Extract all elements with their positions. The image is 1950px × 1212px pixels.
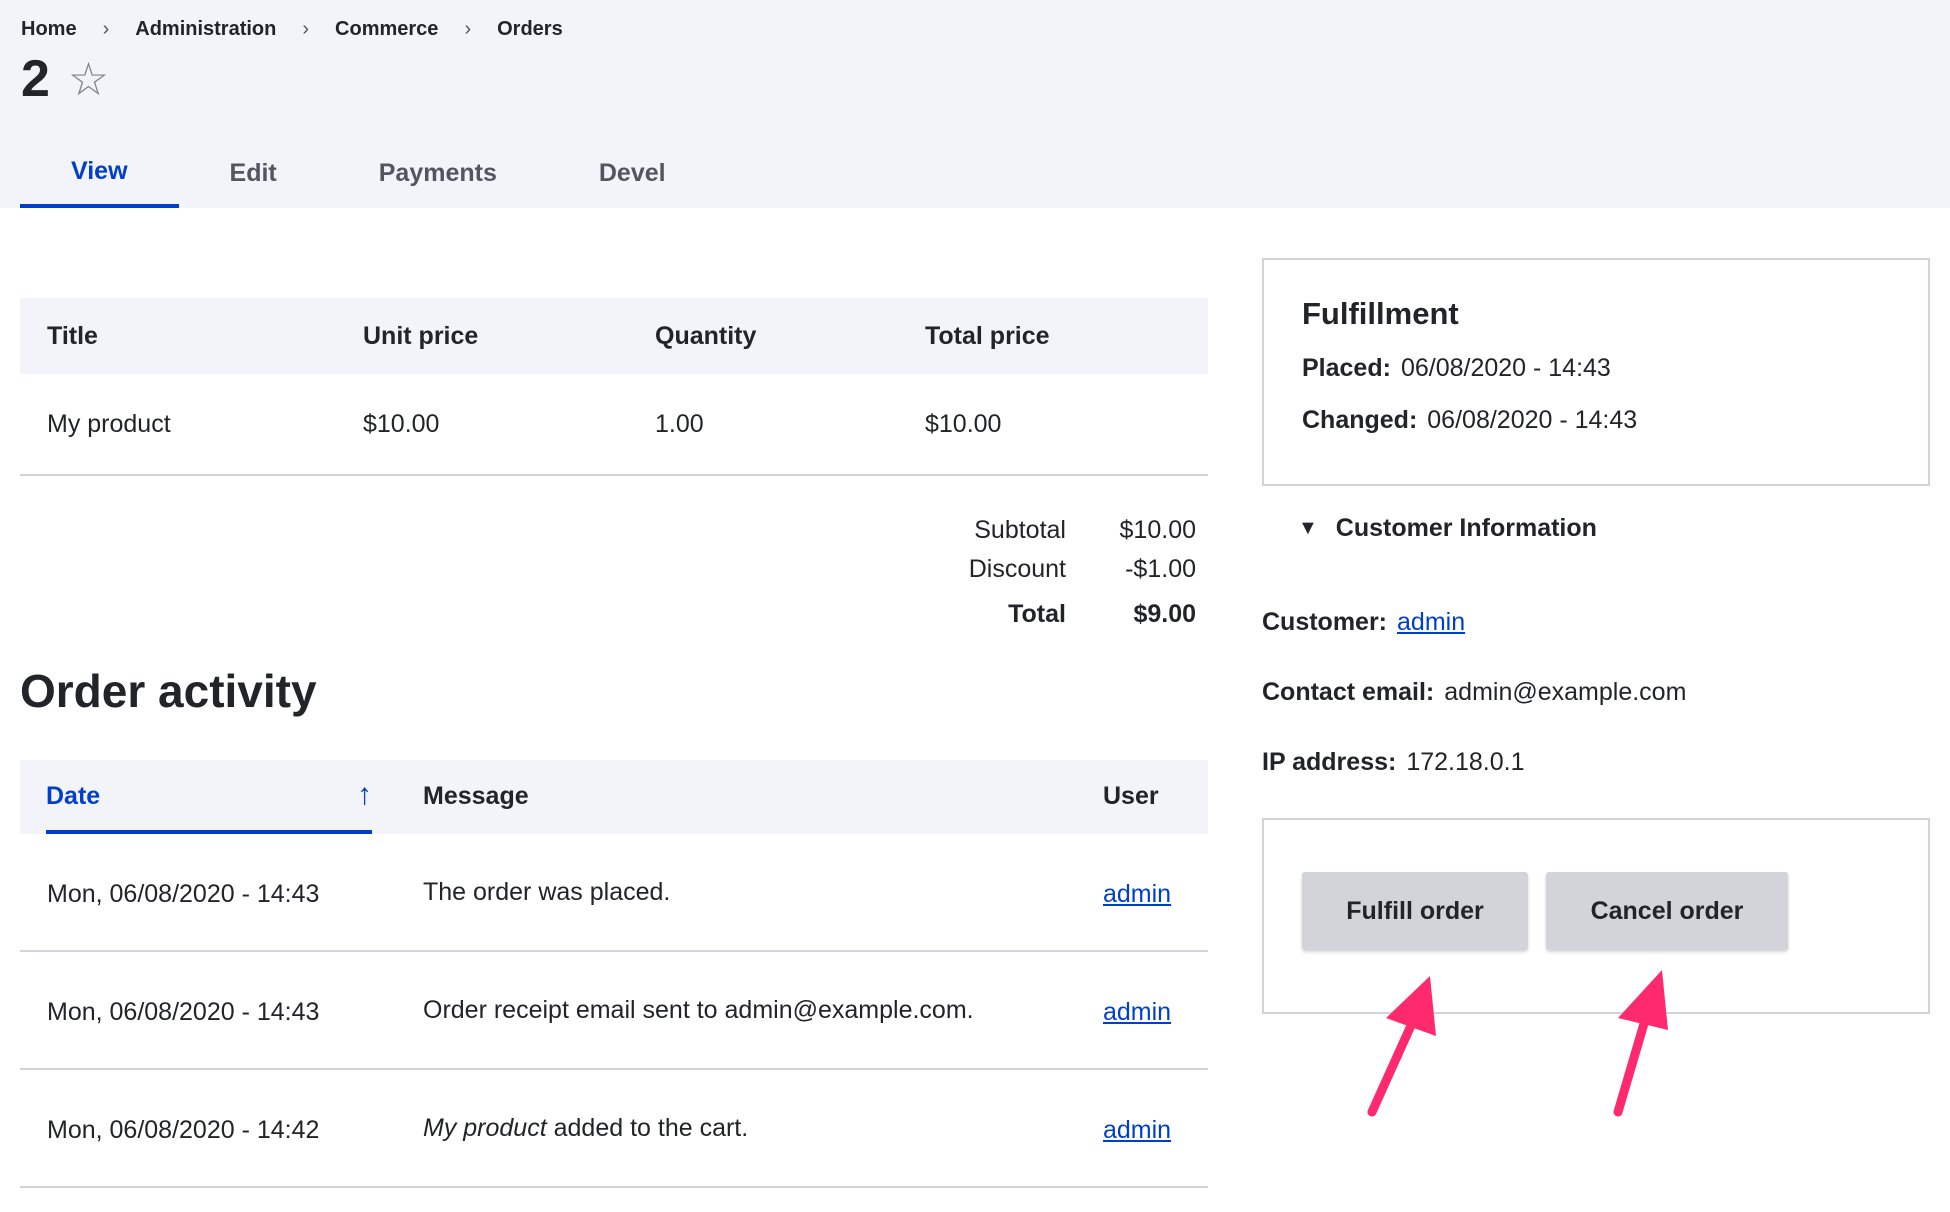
order-items-table: Title Unit price Quantity Total price My… xyxy=(20,298,1208,476)
item-unit-price: $10.00 xyxy=(363,409,440,438)
contact-email-value: admin@example.com xyxy=(1444,678,1687,706)
placed-value: 06/08/2020 - 14:43 xyxy=(1400,354,1611,382)
activity-date: Mon, 06/08/2020 - 14:43 xyxy=(47,880,320,908)
column-header-title: Title xyxy=(47,321,98,350)
column-header-unit-price: Unit price xyxy=(363,321,479,350)
changed-label: Changed: xyxy=(1302,406,1418,434)
column-header-total-price: Total price xyxy=(925,321,1050,350)
activity-date: Mon, 06/08/2020 - 14:42 xyxy=(47,1116,320,1144)
subtotal-label: Subtotal xyxy=(974,516,1066,544)
order-actions-panel: Fulfill order Cancel order xyxy=(1262,818,1930,1014)
subtotal-value: $10.00 xyxy=(1119,516,1196,544)
table-header: Title Unit price Quantity Total price xyxy=(20,298,1208,374)
table-row: Mon, 06/08/2020 - 14:42 My product added… xyxy=(20,1070,1208,1188)
activity-user-link[interactable]: admin xyxy=(1103,998,1171,1027)
breadcrumb-home[interactable]: Home xyxy=(21,18,77,41)
activity-message-text: Order receipt email sent to admin@exampl… xyxy=(423,996,974,1024)
star-icon[interactable]: ☆ xyxy=(68,48,109,110)
breadcrumb-separator: › xyxy=(464,17,472,40)
column-header-user: User xyxy=(1103,782,1159,810)
item-quantity: 1.00 xyxy=(655,409,704,438)
contact-email-label: Contact email: xyxy=(1262,678,1435,706)
activity-message: My product added to the cart. xyxy=(423,1114,748,1143)
order-activity-heading: Order activity xyxy=(20,665,317,717)
placed-label: Placed: xyxy=(1302,354,1391,382)
activity-message-product: My product xyxy=(423,1114,547,1142)
item-total-price: $10.00 xyxy=(925,409,1002,438)
page-title: 2 xyxy=(21,50,50,108)
breadcrumb-commerce[interactable]: Commerce xyxy=(335,18,438,41)
breadcrumb-orders[interactable]: Orders xyxy=(497,18,563,41)
fulfillment-panel: Fulfillment Placed: 06/08/2020 - 14:43 Ch… xyxy=(1262,258,1930,486)
ip-address-line: IP address: 172.18.0.1 xyxy=(1262,748,1525,777)
breadcrumb-administration[interactable]: Administration xyxy=(135,18,276,41)
breadcrumb-separator: › xyxy=(102,17,110,40)
order-activity-table: Date ↑ Message User Mon, 06/08/2020 - 14… xyxy=(20,760,1208,1188)
table-row: Mon, 06/08/2020 - 14:43 The order was pl… xyxy=(20,834,1208,952)
column-header-date: Date xyxy=(46,782,101,810)
discount-value: -$1.00 xyxy=(1125,555,1196,583)
sort-by-date-header[interactable]: Date ↑ xyxy=(46,760,372,834)
sort-ascending-icon: ↑ xyxy=(357,778,372,811)
fulfillment-heading: Fulfillment xyxy=(1302,296,1459,331)
tab-devel[interactable]: Devel xyxy=(548,138,717,208)
customer-information-toggle[interactable]: ▼ Customer Information xyxy=(1298,514,1597,543)
placed-line: Placed: 06/08/2020 - 14:43 xyxy=(1302,354,1611,383)
table-row: Mon, 06/08/2020 - 14:43 Order receipt em… xyxy=(20,952,1208,1070)
item-title: My product xyxy=(47,409,171,438)
activity-date: Mon, 06/08/2020 - 14:43 xyxy=(47,998,320,1026)
customer-information-label: Customer Information xyxy=(1335,514,1597,542)
tab-view[interactable]: View xyxy=(20,138,179,208)
column-header-quantity: Quantity xyxy=(655,321,757,350)
customer-link[interactable]: admin xyxy=(1397,608,1465,636)
activity-user-link[interactable]: admin xyxy=(1103,880,1171,909)
ip-address-label: IP address: xyxy=(1262,748,1397,776)
contact-email-line: Contact email: admin@example.com xyxy=(1262,678,1686,707)
total-row: Total $9.00 xyxy=(900,600,1196,639)
activity-message-text: The order was placed. xyxy=(423,878,671,906)
table-row: My product $10.00 1.00 $10.00 xyxy=(20,374,1208,476)
total-value: $9.00 xyxy=(1133,600,1196,628)
ip-address-value: 172.18.0.1 xyxy=(1406,748,1525,776)
changed-value: 06/08/2020 - 14:43 xyxy=(1427,406,1638,434)
primary-tabs: View Edit Payments Devel xyxy=(20,138,717,208)
activity-message: Order receipt email sent to admin@exampl… xyxy=(423,996,974,1025)
page-title-row: 2 ☆ xyxy=(21,48,109,110)
activity-message-text: added to the cart. xyxy=(546,1114,749,1142)
breadcrumb: Home › Administration › Commerce › Order… xyxy=(21,14,563,44)
page-header: Home › Administration › Commerce › Order… xyxy=(0,0,1950,208)
triangle-down-icon: ▼ xyxy=(1298,517,1318,539)
cancel-order-button[interactable]: Cancel order xyxy=(1546,872,1788,950)
changed-line: Changed: 06/08/2020 - 14:43 xyxy=(1302,406,1637,435)
activity-message: The order was placed. xyxy=(423,878,670,907)
tab-payments[interactable]: Payments xyxy=(328,138,548,208)
table-header: Date ↑ Message User xyxy=(20,760,1208,834)
total-label: Total xyxy=(1008,600,1066,628)
discount-label: Discount xyxy=(968,555,1066,583)
fulfill-order-button[interactable]: Fulfill order xyxy=(1302,872,1528,950)
column-header-message: Message xyxy=(423,782,529,810)
customer-line: Customer: admin xyxy=(1262,608,1465,637)
order-totals: Subtotal $10.00 Discount -$1.00 Total $9… xyxy=(900,516,1196,639)
subtotal-row: Subtotal $10.00 xyxy=(900,516,1196,555)
customer-label: Customer: xyxy=(1262,608,1388,636)
breadcrumb-separator: › xyxy=(302,17,310,40)
discount-row: Discount -$1.00 xyxy=(900,555,1196,594)
tab-edit[interactable]: Edit xyxy=(179,138,328,208)
activity-user-link[interactable]: admin xyxy=(1103,1116,1171,1145)
